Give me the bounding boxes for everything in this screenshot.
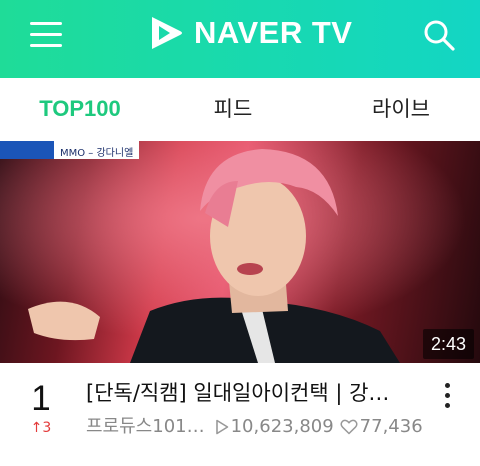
video-meta: 프로듀스101… 10,623,809 77,436 bbox=[86, 414, 446, 440]
more-dot bbox=[445, 393, 450, 398]
channel-name[interactable]: 프로듀스101… bbox=[86, 414, 205, 440]
naver-tv-play-icon bbox=[152, 17, 182, 49]
video-info: 1 ↑3 [단독/직캠] 일대일아이컨택 | 강… 프로듀스101… 10,62… bbox=[0, 363, 480, 466]
menu-icon-bar bbox=[30, 44, 62, 47]
tab-bar: TOP100 피드 라이브 bbox=[0, 78, 480, 140]
broadcast-logo bbox=[0, 141, 54, 159]
menu-icon[interactable] bbox=[30, 22, 62, 48]
more-dot bbox=[445, 403, 450, 408]
video-title[interactable]: [단독/직캠] 일대일아이컨택 | 강… bbox=[86, 379, 432, 407]
like-count: 77,436 bbox=[359, 416, 423, 437]
video-thumbnail[interactable]: MMO – 강다니엘 2:43 bbox=[0, 141, 480, 363]
play-triangle-icon bbox=[215, 419, 228, 435]
heart-icon bbox=[340, 419, 358, 435]
tab-top100[interactable]: TOP100 bbox=[36, 78, 124, 140]
app-header: NAVER TV bbox=[0, 0, 480, 78]
broadcast-caption-text: MMO – 강다니엘 bbox=[60, 148, 134, 159]
rank-number: 1 bbox=[31, 379, 51, 418]
tab-live[interactable]: 라이브 bbox=[362, 78, 440, 140]
broadcast-caption: MMO – 강다니엘 bbox=[54, 141, 140, 159]
broadcast-tag: MMO – 강다니엘 bbox=[0, 141, 140, 159]
rank-change: ↑3 bbox=[30, 420, 52, 436]
thumbnail-artwork bbox=[0, 141, 480, 363]
view-count: 10,623,809 bbox=[230, 416, 334, 437]
menu-icon-bar bbox=[30, 33, 62, 36]
video-duration: 2:43 bbox=[422, 329, 474, 359]
logo-text: NAVER TV bbox=[194, 15, 353, 50]
tab-feed[interactable]: 피드 bbox=[208, 78, 258, 140]
menu-icon-bar bbox=[30, 22, 62, 25]
search-icon[interactable] bbox=[422, 18, 456, 52]
more-dot bbox=[445, 383, 450, 388]
more-vertical-icon[interactable] bbox=[440, 381, 456, 411]
naver-tv-logo[interactable]: NAVER TV bbox=[146, 13, 352, 53]
